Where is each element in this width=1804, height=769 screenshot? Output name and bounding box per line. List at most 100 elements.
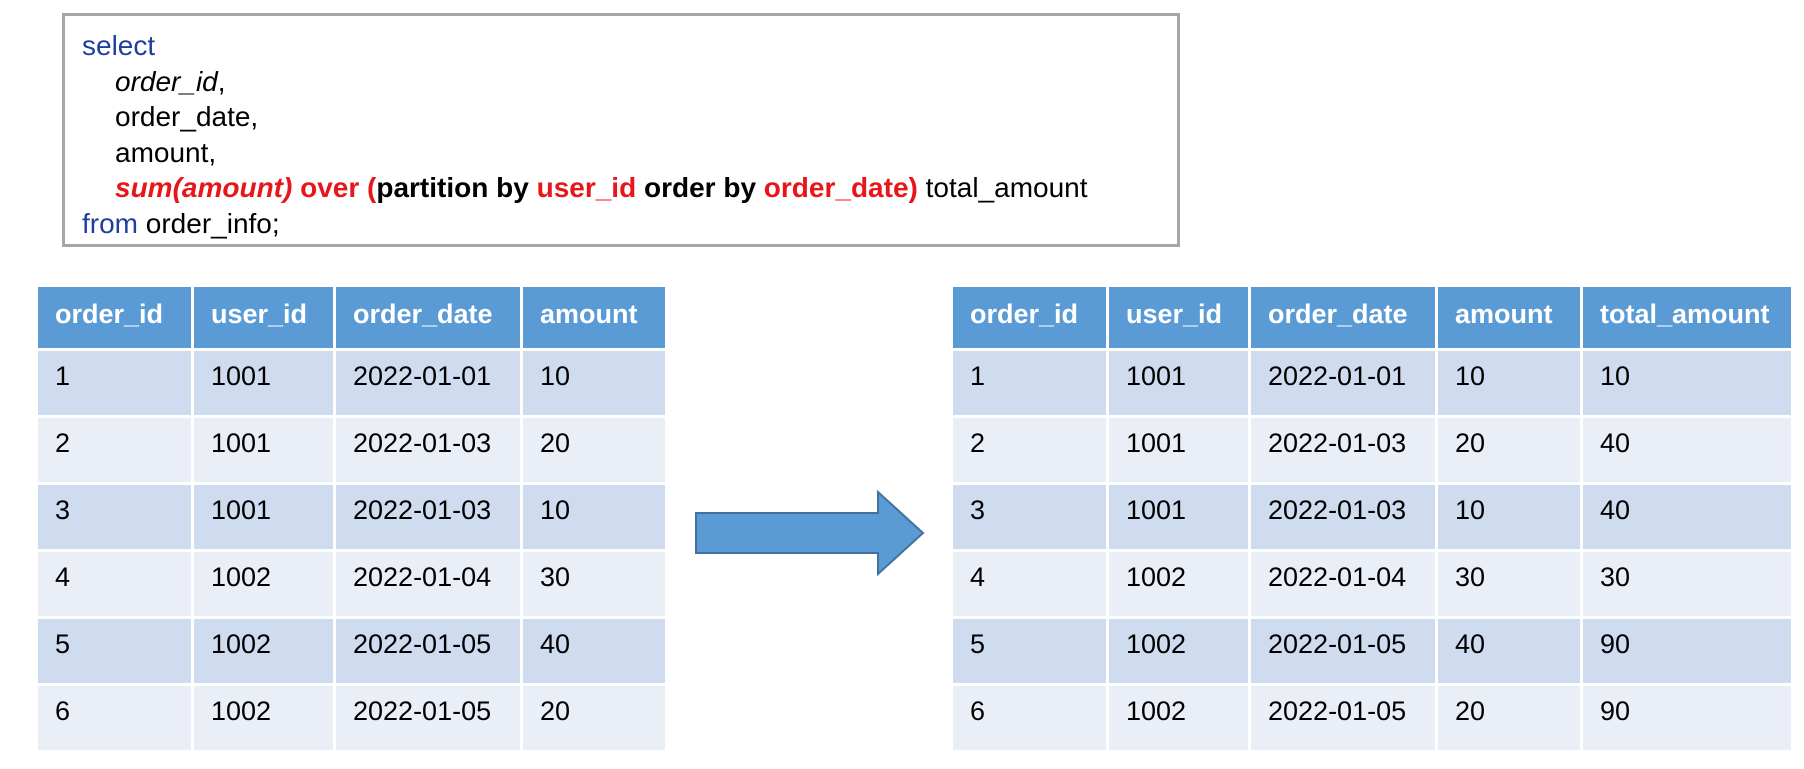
table-cell: 4 bbox=[953, 552, 1106, 616]
table-cell: 1 bbox=[953, 351, 1106, 415]
header-cell: user_id bbox=[1109, 287, 1248, 348]
table-row: 1 1001 2022-01-01 10 10 bbox=[953, 351, 1791, 415]
code-line-select: select bbox=[82, 28, 1177, 64]
table-cell: 30 bbox=[1583, 552, 1791, 616]
code-line-order-id: order_id, bbox=[82, 64, 1177, 100]
table-cell: 20 bbox=[523, 418, 665, 482]
table-cell: 2022-01-03 bbox=[1251, 418, 1435, 482]
right-arrow-icon bbox=[695, 490, 925, 576]
table-cell: 2022-01-05 bbox=[336, 619, 520, 683]
table-name: order_info; bbox=[138, 207, 280, 239]
table-cell: 2 bbox=[38, 418, 191, 482]
header-cell: user_id bbox=[194, 287, 333, 348]
sum-function: sum(amount) bbox=[115, 172, 293, 203]
table-cell: 1002 bbox=[194, 552, 333, 616]
table-cell: 1001 bbox=[1109, 418, 1248, 482]
table-cell: 20 bbox=[1438, 686, 1580, 750]
order-id-comma: , bbox=[217, 65, 226, 97]
code-line-window: sum(amount) over (partition by user_id o… bbox=[82, 170, 1177, 206]
table-cell: 10 bbox=[523, 485, 665, 549]
source-table-header-row: order_id user_id order_date amount bbox=[38, 287, 665, 348]
partition-column: user_id bbox=[536, 172, 637, 203]
table-row: 5 1002 2022-01-05 40 bbox=[38, 619, 665, 683]
table-cell: 2022-01-01 bbox=[1251, 351, 1435, 415]
table-cell: 10 bbox=[523, 351, 665, 415]
table-cell: 40 bbox=[1583, 418, 1791, 482]
table-row: 4 1002 2022-01-04 30 bbox=[38, 552, 665, 616]
table-cell: 40 bbox=[1438, 619, 1580, 683]
table-cell: 6 bbox=[38, 686, 191, 750]
table-cell: 1001 bbox=[194, 351, 333, 415]
table-cell: 2022-01-04 bbox=[1251, 552, 1435, 616]
table-cell: 10 bbox=[1438, 351, 1580, 415]
table-cell: 1001 bbox=[194, 485, 333, 549]
table-cell: 2022-01-04 bbox=[336, 552, 520, 616]
table-cell: 40 bbox=[523, 619, 665, 683]
table-cell: 6 bbox=[953, 686, 1106, 750]
header-cell: order_date bbox=[336, 287, 520, 348]
table-cell: 5 bbox=[953, 619, 1106, 683]
result-table: order_id user_id order_date amount total… bbox=[950, 284, 1794, 753]
header-cell: total_amount bbox=[1583, 287, 1791, 348]
table-row: 1 1001 2022-01-01 10 bbox=[38, 351, 665, 415]
table-cell: 1001 bbox=[194, 418, 333, 482]
from-keyword: from bbox=[82, 207, 138, 239]
table-cell: 3 bbox=[953, 485, 1106, 549]
code-line-from: from order_info; bbox=[82, 206, 1177, 242]
table-cell: 40 bbox=[1583, 485, 1791, 549]
table-cell: 1002 bbox=[1109, 619, 1248, 683]
order-date-column: order_date, bbox=[115, 101, 259, 132]
code-line-order-date: order_date, bbox=[82, 99, 1177, 135]
source-table: order_id user_id order_date amount 1 100… bbox=[35, 284, 668, 753]
table-cell: 30 bbox=[523, 552, 665, 616]
table-cell: 1001 bbox=[1109, 351, 1248, 415]
table-row: 4 1002 2022-01-04 30 30 bbox=[953, 552, 1791, 616]
table-row: 5 1002 2022-01-05 40 90 bbox=[953, 619, 1791, 683]
header-cell: amount bbox=[1438, 287, 1580, 348]
order-id-column: order_id bbox=[115, 65, 218, 97]
table-cell: 10 bbox=[1583, 351, 1791, 415]
table-cell: 90 bbox=[1583, 686, 1791, 750]
code-line-amount: amount, bbox=[82, 135, 1177, 171]
arrow-shape bbox=[695, 490, 925, 576]
table-cell: 5 bbox=[38, 619, 191, 683]
table-cell: 10 bbox=[1438, 485, 1580, 549]
table-cell: 1002 bbox=[194, 619, 333, 683]
table-row: 3 1001 2022-01-03 10 bbox=[38, 485, 665, 549]
table-row: 2 1001 2022-01-03 20 bbox=[38, 418, 665, 482]
table-row: 2 1001 2022-01-03 20 40 bbox=[953, 418, 1791, 482]
sql-code-box: select order_id, order_date, amount, sum… bbox=[62, 13, 1180, 247]
table-row: 3 1001 2022-01-03 10 40 bbox=[953, 485, 1791, 549]
amount-column: amount, bbox=[115, 136, 217, 168]
header-cell: order_id bbox=[953, 287, 1106, 348]
header-cell: order_date bbox=[1251, 287, 1435, 348]
table-cell: 1 bbox=[38, 351, 191, 415]
table-cell: 90 bbox=[1583, 619, 1791, 683]
table-cell: 2022-01-05 bbox=[1251, 619, 1435, 683]
alias-name: total_amount bbox=[917, 172, 1088, 203]
header-cell: order_id bbox=[38, 287, 191, 348]
table-row: 6 1002 2022-01-05 20 90 bbox=[953, 686, 1791, 750]
table-cell: 20 bbox=[523, 686, 665, 750]
table-cell: 30 bbox=[1438, 552, 1580, 616]
table-row: 6 1002 2022-01-05 20 bbox=[38, 686, 665, 750]
table-cell: 20 bbox=[1438, 418, 1580, 482]
table-cell: 1002 bbox=[194, 686, 333, 750]
table-cell: 2022-01-03 bbox=[1251, 485, 1435, 549]
result-table-header-row: order_id user_id order_date amount total… bbox=[953, 287, 1791, 348]
table-cell: 2022-01-05 bbox=[336, 686, 520, 750]
order-by-keyword: order by bbox=[636, 172, 764, 203]
header-cell: amount bbox=[523, 287, 665, 348]
table-cell: 3 bbox=[38, 485, 191, 549]
table-cell: 2022-01-05 bbox=[1251, 686, 1435, 750]
partition-by-keyword: partition by bbox=[376, 172, 537, 203]
over-keyword: over ( bbox=[292, 172, 377, 203]
table-cell: 2022-01-01 bbox=[336, 351, 520, 415]
order-column: order_date) bbox=[763, 172, 918, 203]
table-cell: 4 bbox=[38, 552, 191, 616]
table-cell: 1002 bbox=[1109, 686, 1248, 750]
table-cell: 2022-01-03 bbox=[336, 418, 520, 482]
select-keyword: select bbox=[82, 30, 156, 61]
table-cell: 2 bbox=[953, 418, 1106, 482]
table-cell: 2022-01-03 bbox=[336, 485, 520, 549]
